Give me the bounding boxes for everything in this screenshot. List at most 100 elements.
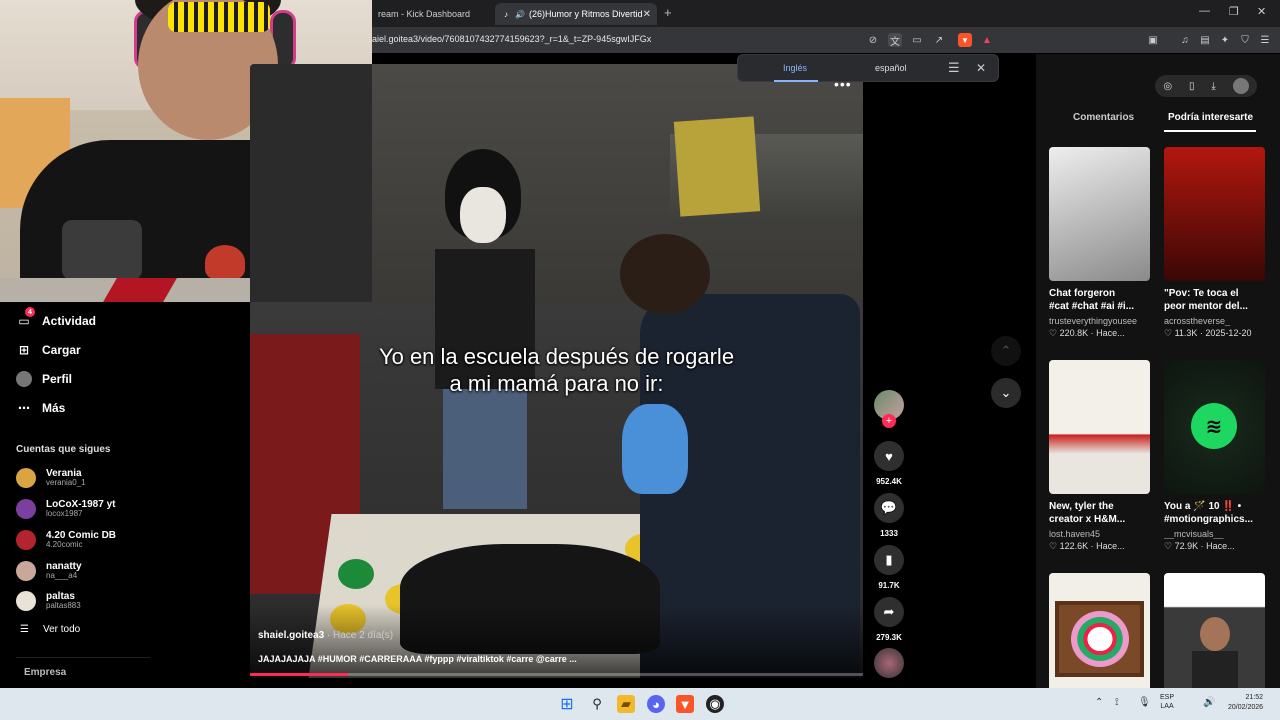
url-field[interactable]: aiel.goitea3/video/7608107432774159623?_… [372,34,651,44]
video-thumbnail: ≋ [1164,360,1265,494]
following-account[interactable]: Verania verania0_1 [16,464,86,492]
close-tab-icon[interactable]: ✕ [643,9,651,20]
sidebar-item-activity[interactable]: ▭ 4 Actividad [16,307,97,332]
cast-icon[interactable]: ▭ [910,33,924,47]
tab-comments[interactable]: Comentarios [1073,112,1134,123]
following-title: Cuentas que sigues [16,444,111,455]
party-glasses [168,2,270,32]
sidebar-item-more[interactable]: ⋯ Más [16,397,65,419]
avatar [16,561,36,581]
obs-icon[interactable]: ◉ [706,695,724,713]
sidebar: ▭ 4 Actividad ⊞ Cargar Perfil ⋯ Más Cuent… [0,302,250,688]
tray-expand-icon[interactable]: ⌃ [1095,697,1103,708]
like-count: 952.4K [876,477,902,486]
recommended-video-card[interactable]: "Pov: Te toca el peor mentor del... acro… [1164,147,1265,339]
video-progress-bar[interactable] [250,673,863,676]
screen: ream - Kick Dashboard ♪ 🔊 (26)Humor y Ri… [0,0,1280,720]
sidebar-item-upload[interactable]: ⊞ Cargar [16,339,81,361]
brave-browser-icon[interactable]: ▼ [676,695,694,713]
tab-tiktok[interactable]: ♪ 🔊 (26)Humor y Ritmos Divertid ✕ [495,3,657,25]
no-tracking-icon[interactable]: ⊘ [866,33,880,47]
notification-badge: 4 [25,307,35,317]
translate-source-lang[interactable]: Inglés [783,63,807,73]
share-icon[interactable]: ↗ [932,33,946,47]
sidebar-item-label: Más [42,401,66,415]
following-account[interactable]: nanatty na___a4 [16,557,82,585]
previous-video-button[interactable]: ⌃ [991,336,1021,366]
activity-icon: ▭ 4 [16,307,35,329]
tab-kick-dashboard[interactable]: ream - Kick Dashboard [372,3,490,25]
video-author[interactable]: shaiel.goitea3 · Hace 2 día(s) [258,630,393,641]
maximize-button[interactable]: ❐ [1229,5,1239,18]
following-account[interactable]: paltas paltas883 [16,587,81,615]
speaker-icon[interactable]: 🔊 [515,9,525,19]
sound-disc[interactable] [874,648,904,678]
next-video-button[interactable]: ⌄ [991,378,1021,408]
tab-label: (26)Humor y Ritmos Divertid [529,9,643,19]
sidebar-toggle-icon[interactable]: ▣ [1146,33,1160,47]
translate-icon[interactable]: 文 [888,33,902,48]
close-icon[interactable]: ✕ [976,61,986,75]
recommended-video-card[interactable] [1164,573,1265,688]
phone-icon[interactable]: ▯ [1189,81,1195,92]
tiktok-icon: ♪ [504,9,508,19]
video-thumbnail [1164,147,1265,281]
rewards-icon[interactable]: ▲ [980,33,994,47]
recommended-video-card[interactable]: New, tyler the creator x H&M... lost.hav… [1049,360,1150,552]
taskbar: ⊞ ⚲ ▰ ◕ ▼ ◉ ⌃ ⟟ 🎙 ESP LAA 🔊 21:52 20/02/20… [0,688,1280,720]
video-player[interactable]: Yo en la escuela después de rogarle a mi… [250,64,863,678]
user-avatar-icon[interactable] [1232,78,1249,94]
vpn-icon[interactable]: ⛉ [1238,33,1252,47]
minimize-button[interactable]: — [1199,5,1210,17]
video-thumbnail [1164,573,1265,688]
heart-icon: ♥ [874,441,904,471]
tab-you-may-like[interactable]: Podría interesarte [1168,112,1253,123]
compass-icon[interactable]: ◎ [1163,81,1172,92]
keyboard-language[interactable]: ESP LAA [1160,693,1174,711]
close-window-button[interactable]: ✕ [1257,5,1266,18]
sidebar-item-profile[interactable]: Perfil [16,368,72,390]
file-explorer-icon[interactable]: ▰ [617,695,635,713]
gold-play-button-plaque [673,116,761,217]
sidebar-item-label: Cargar [42,343,81,357]
clock[interactable]: 21:52 20/02/2026 [1228,693,1263,713]
discord-icon[interactable]: ◕ [647,695,665,713]
following-account[interactable]: 4.20 Comic DB 4.20comic [16,526,116,554]
share-count: 279.3K [876,633,902,642]
volume-icon[interactable]: 🔊 [1203,697,1215,708]
menu-icon[interactable]: ☰ [1258,33,1272,47]
recommended-video-card[interactable]: Chat forgeron #cat #chat #ai #i... trust… [1049,147,1150,339]
start-windows-icon[interactable]: ⊞ [558,695,576,713]
translate-target-lang[interactable]: español [875,63,907,73]
see-all-link[interactable]: ☰ Ver todo [20,624,80,635]
search-icon[interactable]: ⚲ [588,695,606,713]
comment-icon: 💬 [874,493,904,523]
like-button[interactable]: ♥ 952.4K [874,441,904,486]
video-thumbnail [1049,360,1150,494]
company-link[interactable]: Empresa [24,667,66,678]
save-button[interactable]: ▮ 91.7K [874,545,904,590]
more-dots-icon: ⋯ [18,401,30,415]
jigsaw-mask-person [435,149,535,509]
extensions-icon[interactable]: ✦ [1218,33,1232,47]
share-button[interactable]: ➦ 279.3K [874,597,904,642]
recommended-video-card[interactable]: ≋ You a 🪄 10 ‼️ • #motiongraphics... __m… [1164,360,1265,552]
following-account[interactable]: LoCoX-1987 yt locox1987 [16,495,115,523]
follow-plus-icon[interactable]: + [882,414,896,428]
sidebar-item-label: Actividad [42,314,97,328]
wallet-icon[interactable]: ▤ [1198,33,1212,47]
download-icon[interactable]: ⤓ [1211,81,1215,92]
mic-icon[interactable]: 🎙 [1138,697,1151,708]
network-icon[interactable]: ⟟ [1115,697,1119,708]
recommended-video-card[interactable] [1049,573,1150,688]
new-tab-button[interactable]: + [664,5,672,20]
brave-shield-icon[interactable]: ▼ [958,33,972,47]
translate-menu-icon[interactable]: ☰ [948,60,960,76]
comment-button[interactable]: 💬 1333 [874,493,904,538]
save-count: 91.7K [878,581,900,590]
video-description[interactable]: JAJAJAJAJA #HUMOR #CARRERAAA #fyppp #vir… [258,654,577,664]
avatar [16,468,36,488]
video-thumbnail [1049,147,1150,281]
music-icon[interactable]: ♫ [1178,33,1192,47]
creator-avatar[interactable]: + [874,390,904,428]
